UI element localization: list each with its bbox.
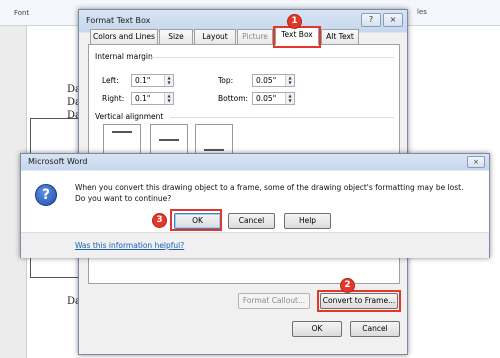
text-frame-border — [30, 277, 78, 278]
left-margin-spinner[interactable]: 0.1" ▲ ▼ — [131, 74, 174, 87]
align-top-icon — [112, 131, 132, 133]
spinner-arrows-icon[interactable]: ▲ ▼ — [164, 93, 173, 104]
vertical-alignment-heading: Vertical alignment — [95, 112, 164, 121]
message-box-close-button[interactable]: × — [467, 156, 485, 168]
ribbon-group-label: les — [417, 8, 427, 16]
bottom-margin-label: Bottom: — [218, 94, 249, 103]
message-cancel-button[interactable]: Cancel — [228, 213, 275, 229]
ok-button[interactable]: OK — [292, 321, 342, 337]
cancel-button[interactable]: Cancel — [350, 321, 400, 337]
tab-size[interactable]: Size — [159, 29, 193, 45]
help-button[interactable]: ? — [361, 13, 381, 27]
bottom-margin-spinner[interactable]: 0.05" ▲ ▼ — [252, 92, 295, 105]
top-margin-value[interactable]: 0.05" — [256, 76, 276, 85]
format-callout-button[interactable]: Format Callout... — [238, 293, 310, 309]
message-text: When you convert this drawing object to … — [75, 183, 464, 203]
right-margin-spinner[interactable]: 0.1" ▲ ▼ — [131, 92, 174, 105]
align-top-option[interactable] — [103, 124, 141, 156]
message-box-title: Microsoft Word — [28, 157, 88, 166]
align-bottom-icon — [204, 149, 224, 151]
left-margin-value[interactable]: 0.1" — [135, 76, 150, 85]
section-divider — [150, 57, 394, 58]
text-box-tab-highlight — [273, 26, 321, 48]
top-margin-spinner[interactable]: 0.05" ▲ ▼ — [252, 74, 295, 87]
right-margin-label: Right: — [102, 94, 125, 103]
tab-colors-and-lines[interactable]: Colors and Lines — [90, 29, 158, 45]
microsoft-word-message-box: Microsoft Word × ? When you convert this… — [20, 153, 490, 258]
tab-layout[interactable]: Layout — [194, 29, 236, 45]
align-center-option[interactable] — [150, 124, 188, 156]
message-box-footer: Was this information helpful? — [21, 232, 489, 258]
top-margin-label: Top: — [218, 76, 234, 85]
ribbon-font-group-label: Font — [14, 9, 30, 17]
tab-picture[interactable]: Picture — [237, 29, 273, 45]
step-3-marker: 3 — [152, 213, 167, 228]
align-bottom-option[interactable] — [195, 124, 233, 156]
bottom-margin-value[interactable]: 0.05" — [256, 94, 276, 103]
internal-margin-heading: Internal margin — [95, 52, 153, 61]
right-margin-value[interactable]: 0.1" — [135, 94, 150, 103]
feedback-link[interactable]: Was this information helpful? — [75, 241, 184, 250]
section-divider — [170, 117, 394, 118]
step-2-marker: 2 — [340, 278, 355, 293]
spinner-arrows-icon[interactable]: ▲ ▼ — [164, 75, 173, 86]
align-center-icon — [159, 139, 179, 141]
tab-alt-text[interactable]: Alt Text — [321, 29, 359, 45]
question-icon: ? — [35, 184, 57, 206]
convert-to-frame-highlight — [317, 290, 401, 312]
close-button[interactable]: × — [383, 13, 403, 27]
dialog-title: Format Text Box — [86, 16, 151, 25]
text-frame-border — [30, 118, 78, 119]
spinner-arrows-icon[interactable]: ▲ ▼ — [285, 93, 294, 104]
message-ok-highlight — [170, 209, 222, 231]
message-help-button[interactable]: Help — [284, 213, 331, 229]
spinner-arrows-icon[interactable]: ▲ ▼ — [285, 75, 294, 86]
step-1-marker: 1 — [287, 14, 302, 29]
left-margin-label: Left: — [102, 76, 119, 85]
